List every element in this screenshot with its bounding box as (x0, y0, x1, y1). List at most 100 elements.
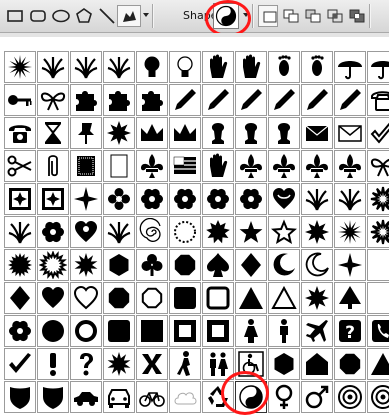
shape-yin-yang-cell[interactable] (235, 381, 267, 413)
shape-fleur-de-lis-cell[interactable] (268, 150, 300, 182)
shape-frame-hollow-cell[interactable] (202, 315, 234, 347)
shape-sparkle-ornament-cell[interactable] (367, 183, 389, 215)
shape-flashlight-cell[interactable] (301, 84, 333, 116)
shape-feather-pen-cell[interactable] (235, 84, 267, 116)
shape-x-mark-cell[interactable] (136, 348, 168, 380)
shape-rosette-cell[interactable] (169, 183, 201, 215)
shape-heart-cell[interactable] (37, 282, 69, 314)
shape-target-2-cell[interactable] (367, 381, 389, 413)
shape-bishop-chess-cell[interactable] (268, 117, 300, 149)
shape-five-point-star-cell[interactable] (235, 216, 267, 248)
shape-walking-man-cell[interactable] (169, 348, 201, 380)
shape-rounded-square-cell[interactable] (169, 282, 201, 314)
shape-target-cell[interactable] (334, 381, 366, 413)
shape-king-chess-cell[interactable] (202, 117, 234, 149)
shape-starburst-cell[interactable] (4, 249, 36, 281)
shape-pencil-cell[interactable] (169, 84, 201, 116)
shape-triangle-outline-cell[interactable] (268, 282, 300, 314)
shape-ribbon-ornament-cell[interactable] (367, 150, 389, 182)
shape-spade-cell[interactable] (202, 249, 234, 281)
shape-sun-burst-cell[interactable] (334, 216, 366, 248)
shape-check-mark-outline-cell[interactable] (367, 117, 389, 149)
shape-female-symbol-cell[interactable] (268, 381, 300, 413)
create-new-shape-layer-icon[interactable] (258, 5, 278, 27)
shape-heart-outline-cell[interactable] (70, 282, 102, 314)
shape-key-cell[interactable] (4, 84, 36, 116)
shape-leaf-branch-cell[interactable] (4, 216, 36, 248)
shape-flag-cell[interactable] (169, 150, 201, 182)
shape-hand-2-cell[interactable] (235, 51, 267, 83)
shape-pentagon-arrow-cell[interactable] (301, 348, 333, 380)
shape-puzzle-1-cell[interactable] (70, 84, 102, 116)
shape-octagon-seal-outline-cell[interactable] (136, 282, 168, 314)
shape-pen-cell[interactable] (334, 84, 366, 116)
shape-leaf-sprig-cell[interactable] (103, 216, 135, 248)
shape-footprint-1-cell[interactable] (268, 51, 300, 83)
shape-star-seal-cell[interactable] (103, 117, 135, 149)
custom-shape-tool-icon[interactable] (117, 5, 141, 27)
shape-telephone-box-cell[interactable] (367, 315, 389, 347)
shape-ornament-star-cell[interactable] (136, 183, 168, 215)
shape-square-cell[interactable] (136, 315, 168, 347)
shape-circle-cell[interactable] (37, 315, 69, 347)
shape-rounded-square-2-cell[interactable] (103, 315, 135, 347)
shape-footprint-2-cell[interactable] (301, 51, 333, 83)
shape-telephone-outline-cell[interactable] (367, 84, 389, 116)
shape-shield-2-cell[interactable] (37, 381, 69, 413)
shape-diamond-cell[interactable] (235, 249, 267, 281)
shape-light-bulb-outline-cell[interactable] (169, 51, 201, 83)
shape-puzzle-2-cell[interactable] (103, 84, 135, 116)
shape-ring-cell[interactable] (70, 315, 102, 347)
shape-male-figure-cell[interactable] (268, 315, 300, 347)
shape-octagon-seal-cell[interactable] (103, 282, 135, 314)
shape-tree-cell[interactable] (334, 282, 366, 314)
shape-flower-cell[interactable] (4, 315, 36, 347)
shape-light-bulb-cell[interactable] (136, 51, 168, 83)
shape-thumbtack-cell[interactable] (70, 117, 102, 149)
shape-daisy-cell[interactable] (37, 216, 69, 248)
shape-hand-pointer-cell[interactable] (202, 150, 234, 182)
shape-crescent-cell[interactable] (268, 249, 300, 281)
shape-hourglass-cell[interactable] (37, 117, 69, 149)
tool-preset-chevron-down-icon[interactable] (143, 13, 149, 17)
shape-spiral-cell[interactable] (136, 216, 168, 248)
shape-female-figure-cell[interactable] (235, 315, 267, 347)
shape-question-box-cell[interactable]: ? (334, 315, 366, 347)
shape-crown-1-cell[interactable] (136, 117, 168, 149)
shape-grass-2-cell[interactable] (70, 51, 102, 83)
shape-splash-cell[interactable] (301, 282, 333, 314)
shape-paper-clip-cell[interactable] (37, 150, 69, 182)
shape-blank-page-cell[interactable] (103, 150, 135, 182)
shape-hexagon-2-cell[interactable] (268, 348, 300, 380)
shape-flower-ornament-2-cell[interactable] (235, 183, 267, 215)
shape-tree-ornament-cell[interactable] (301, 183, 333, 215)
shape-square-outline-cell[interactable] (202, 282, 234, 314)
shape-framed-square-1-cell[interactable] (4, 183, 36, 215)
shape-airplane-cell[interactable] (301, 315, 333, 347)
shape-crescent-outline-cell[interactable] (301, 249, 333, 281)
shape-puzzle-3-cell[interactable] (136, 84, 168, 116)
shape-stick-cell[interactable] (268, 84, 300, 116)
shape-cloud-outline-cell[interactable] (169, 381, 201, 413)
shape-question-mark-cell[interactable] (70, 348, 102, 380)
line-tool-icon[interactable] (96, 5, 118, 27)
shape-brush-cell[interactable] (202, 84, 234, 116)
shape-curly-ornament-cell[interactable] (235, 150, 267, 182)
shape-crown-2-cell[interactable] (169, 117, 201, 149)
shape-exclamation-cell[interactable] (37, 348, 69, 380)
shape-four-point-flower-cell[interactable] (103, 183, 135, 215)
shape-bow-cell[interactable] (37, 84, 69, 116)
shape-umbrella-2-cell[interactable] (367, 51, 389, 83)
shape-square-pattern-cell[interactable] (70, 150, 102, 182)
shape-shield-cell[interactable] (4, 381, 36, 413)
intersect-shape-areas-icon[interactable] (324, 5, 344, 27)
shape-picker-button[interactable] (213, 3, 239, 29)
shape-queen-chess-cell[interactable] (235, 117, 267, 149)
shape-envelope-open-cell[interactable] (334, 117, 366, 149)
shape-octagon-2-cell[interactable] (334, 348, 366, 380)
shape-couple-cell[interactable] (202, 348, 234, 380)
shape-circle-seal-cell[interactable] (169, 249, 201, 281)
shape-sun-burst-outline-cell[interactable] (367, 216, 389, 248)
shape-fleur-ornament-cell[interactable] (334, 150, 366, 182)
shape-heart-ornament-cell[interactable] (268, 183, 300, 215)
